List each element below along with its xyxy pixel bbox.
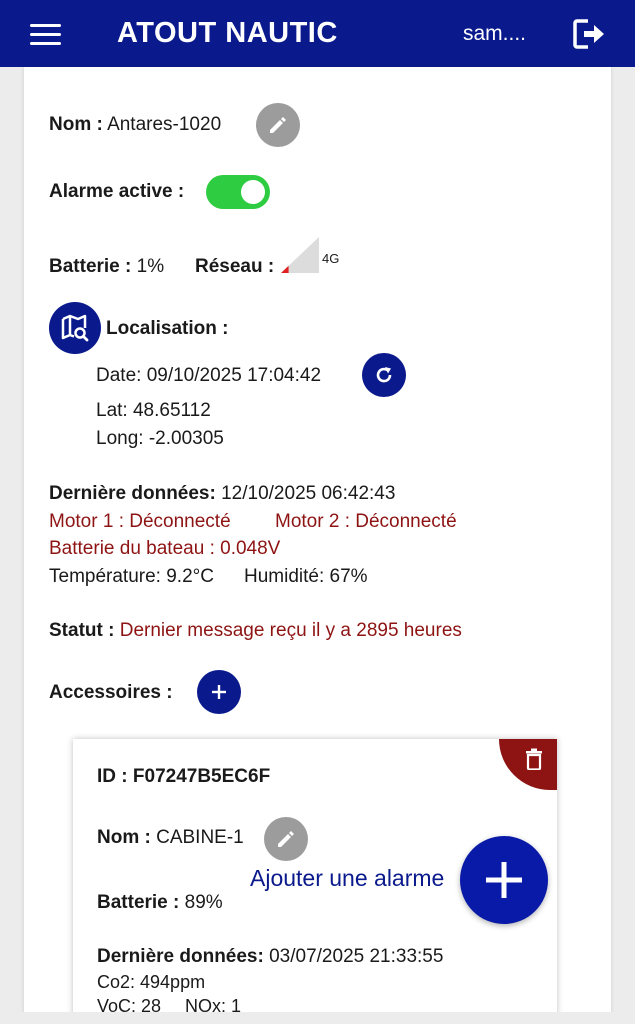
motor2-status: Motor 2 : Déconnecté [275,511,457,532]
hamburger-menu-icon[interactable] [30,24,61,45]
last-data-label: Dernière données: [49,483,216,504]
network-type: 4G [322,251,340,266]
accessory-id-value: F07247B5EC6F [132,766,271,787]
device-name-label: Nom : [49,114,103,135]
edit-name-button[interactable] [256,103,300,147]
map-search-button[interactable] [49,302,101,354]
alarm-label: Alarme active : [49,181,185,202]
location-date: Date: 09/10/2025 17:04:42 [96,365,322,386]
toggle-knob [241,180,265,204]
location-title: Localisation : [106,318,229,339]
logout-icon[interactable] [572,17,606,51]
edit-accessory-name-button[interactable] [264,817,308,861]
temperature: Température: 9.2°C [49,566,214,587]
status-value: Dernier message reçu il y a 2895 heures [119,620,462,641]
network-label: Réseau : [195,256,275,277]
accessory-battery-label: Batterie : [97,892,180,913]
accessory-battery-row: Batterie : 89% [97,892,223,914]
alarm-toggle[interactable] [206,175,270,209]
refresh-icon [376,367,392,383]
pencil-icon [278,831,294,847]
trash-icon [526,748,542,770]
bottom-edge [0,1012,635,1024]
top-app-bar: ATOUT NAUTIC sam.... [0,0,635,67]
accessories-label: Accessoires : [49,682,173,703]
accessory-id-label: ID : [97,766,128,787]
accessory-name-label: Nom : [97,827,151,848]
accessory-last-data-row: Dernière données: 03/07/2025 21:33:55 [97,946,443,968]
accessory-last-data-label: Dernière données: [97,946,264,967]
device-name-value: Antares-1020 [107,114,222,135]
status-row: Statut : Dernier message reçu il y a 289… [49,620,462,642]
battery-row: Batterie : 1% [49,256,164,278]
signal-strength-icon [281,237,319,273]
user-name[interactable]: sam.... [463,22,526,46]
device-name-row: Nom : Antares-1020 [49,114,221,136]
humidity: Humidité: 67% [244,566,368,587]
status-label: Statut : [49,620,115,641]
location-long: Long: -2.00305 [96,428,224,449]
add-alarm-button[interactable] [460,836,548,924]
accessory-name-row: Nom : CABINE-1 [97,827,244,849]
add-accessory-button[interactable] [197,670,241,714]
accessory-battery-value: 89% [184,892,223,913]
battery-value: 1% [136,256,165,277]
last-data-value: 12/10/2025 06:42:43 [221,483,396,504]
accessory-id-row: ID : F07247B5EC6F [97,766,270,788]
motor1-status: Motor 1 : Déconnecté [49,511,231,532]
add-alarm-label[interactable]: Ajouter une alarme [250,865,444,892]
accessory-last-data-value: 03/07/2025 21:33:55 [269,946,444,967]
refresh-location-button[interactable] [362,353,406,397]
plus-icon [486,862,522,898]
last-data-row: Dernière données: 12/10/2025 06:42:43 [49,483,395,505]
location-lat: Lat: 48.65112 [96,400,211,421]
map-search-icon [61,314,89,342]
boat-battery: Batterie du bateau : 0.048V [49,538,281,559]
accessory-name-value: CABINE-1 [156,827,244,848]
app-title: ATOUT NAUTIC [117,17,338,49]
plus-icon [212,685,226,699]
pencil-icon [270,117,286,133]
battery-label: Batterie : [49,256,132,277]
accessory-co2: Co2: 494ppm [97,972,206,992]
